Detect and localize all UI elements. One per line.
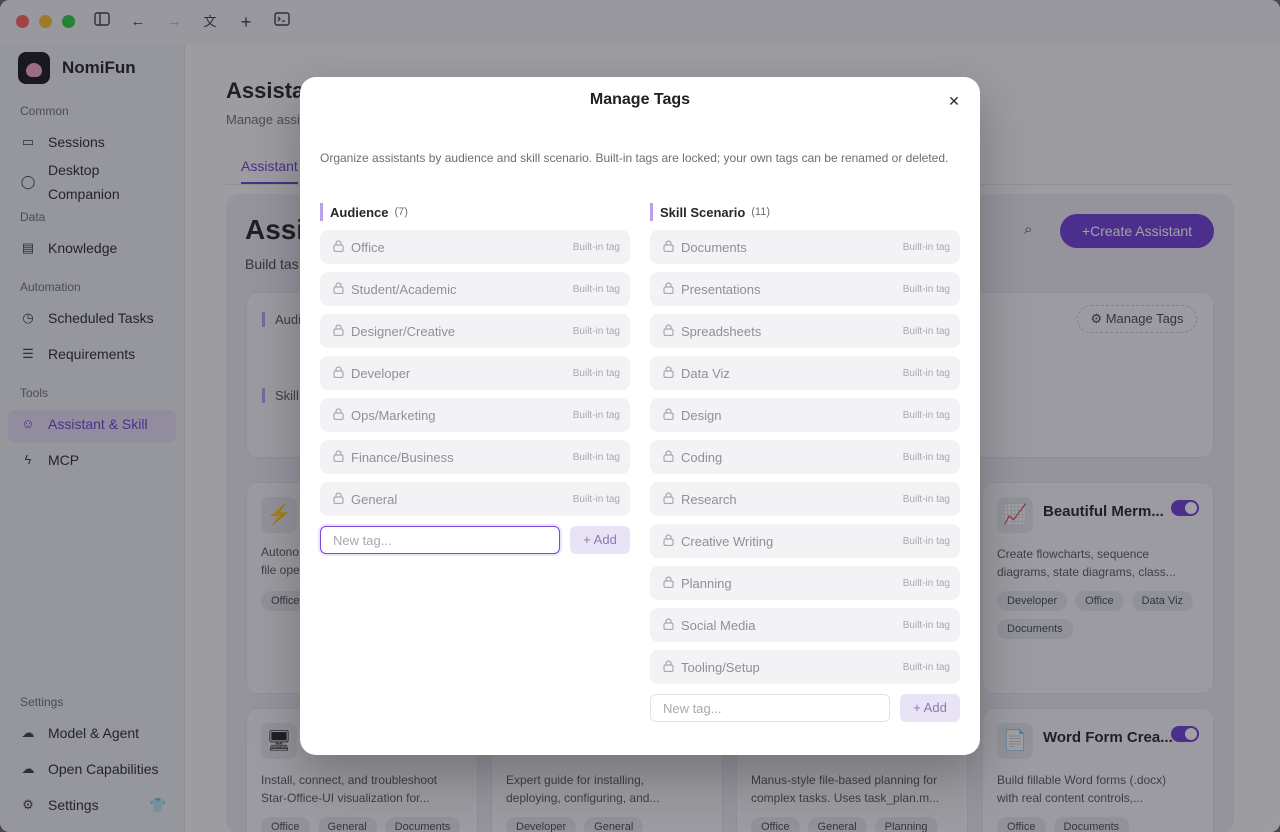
tag-name: General [351, 491, 398, 507]
tag-row: Developer Built-in tag [320, 356, 630, 390]
lock-icon [661, 659, 675, 675]
tag-row: Finance/Business Built-in tag [320, 440, 630, 474]
builtin-label: Built-in tag [902, 619, 950, 631]
tag-name: Tooling/Setup [681, 659, 760, 675]
tag-row: Tooling/Setup Built-in tag [650, 650, 960, 684]
builtin-label: Built-in tag [902, 577, 950, 589]
builtin-label: Built-in tag [902, 409, 950, 421]
tag-row: Spreadsheets Built-in tag [650, 314, 960, 348]
tag-row: Coding Built-in tag [650, 440, 960, 474]
skill-column: Skill Scenario (11) Documents Built-in ta… [650, 203, 960, 722]
skill-add-button[interactable]: + Add [900, 694, 960, 722]
skill-header: Skill Scenario (11) [650, 203, 960, 221]
lock-icon [661, 491, 675, 507]
builtin-label: Built-in tag [572, 451, 620, 463]
audience-new-tag-input[interactable] [320, 526, 560, 554]
lock-icon [331, 281, 345, 297]
tag-row: Presentations Built-in tag [650, 272, 960, 306]
builtin-label: Built-in tag [902, 241, 950, 253]
builtin-label: Built-in tag [902, 493, 950, 505]
manage-tags-dialog: Manage Tags ✕ Organize assistants by aud… [300, 77, 980, 755]
tag-row: Data Viz Built-in tag [650, 356, 960, 390]
tag-name: Ops/Marketing [351, 407, 436, 423]
builtin-label: Built-in tag [572, 283, 620, 295]
tag-row: Creative Writing Built-in tag [650, 524, 960, 558]
lock-icon [661, 281, 675, 297]
lock-icon [331, 365, 345, 381]
builtin-label: Built-in tag [902, 661, 950, 673]
tag-name: Office [351, 239, 385, 255]
tag-name: Planning [681, 575, 732, 591]
audience-header: Audience (7) [320, 203, 630, 221]
tag-name: Social Media [681, 617, 756, 633]
skill-tag-list: Documents Built-in tag Presentations Built-… [650, 230, 960, 684]
skill-add-row: + Add [650, 694, 960, 722]
audience-tag-list: Office Built-in tag Student/Academic Built-… [320, 230, 630, 516]
lock-icon [331, 449, 345, 465]
lock-icon [331, 239, 345, 255]
tag-row: Office Built-in tag [320, 230, 630, 264]
tag-row: Documents Built-in tag [650, 230, 960, 264]
tag-name: Student/Academic [351, 281, 457, 297]
builtin-label: Built-in tag [572, 409, 620, 421]
builtin-label: Built-in tag [902, 535, 950, 547]
lock-icon [331, 407, 345, 423]
builtin-label: Built-in tag [572, 241, 620, 253]
tag-row: Planning Built-in tag [650, 566, 960, 600]
audience-add-row: + Add [320, 526, 630, 554]
lock-icon [661, 407, 675, 423]
tag-name: Spreadsheets [681, 323, 762, 339]
lock-icon [661, 617, 675, 633]
close-icon[interactable]: ✕ [944, 91, 964, 111]
audience-column: Audience (7) Office Built-in tag Student/A… [320, 203, 630, 554]
tag-row: Designer/Creative Built-in tag [320, 314, 630, 348]
tag-name: Data Viz [681, 365, 730, 381]
lock-icon [661, 239, 675, 255]
tag-name: Creative Writing [681, 533, 774, 549]
tag-name: Design [681, 407, 722, 423]
tag-name: Designer/Creative [351, 323, 456, 339]
tag-name: Developer [351, 365, 411, 381]
dialog-description: Organize assistants by audience and skil… [320, 151, 949, 165]
tag-name: Coding [681, 449, 723, 465]
audience-add-button[interactable]: + Add [570, 526, 630, 554]
skill-new-tag-input[interactable] [650, 694, 890, 722]
tag-row: Research Built-in tag [650, 482, 960, 516]
builtin-label: Built-in tag [572, 367, 620, 379]
tag-row: Ops/Marketing Built-in tag [320, 398, 630, 432]
tag-name: Research [681, 491, 737, 507]
lock-icon [331, 323, 345, 339]
builtin-label: Built-in tag [902, 325, 950, 337]
lock-icon [661, 533, 675, 549]
tag-row: Student/Academic Built-in tag [320, 272, 630, 306]
tag-name: Documents [681, 239, 747, 255]
builtin-label: Built-in tag [902, 283, 950, 295]
app-window: ← → 文 + NomiFun Common ▭ Sessions ◯ Desk… [0, 0, 1280, 832]
tag-name: Presentations [681, 281, 761, 297]
builtin-label: Built-in tag [902, 451, 950, 463]
tag-row: Social Media Built-in tag [650, 608, 960, 642]
builtin-label: Built-in tag [902, 367, 950, 379]
audience-count: (7) [394, 206, 408, 218]
dialog-title: Manage Tags [589, 91, 691, 108]
skill-count: (11) [751, 206, 771, 218]
lock-icon [661, 365, 675, 381]
lock-icon [331, 491, 345, 507]
tag-row: Design Built-in tag [650, 398, 960, 432]
builtin-label: Built-in tag [572, 325, 620, 337]
lock-icon [661, 575, 675, 591]
lock-icon [661, 323, 675, 339]
tag-name: Finance/Business [351, 449, 454, 465]
builtin-label: Built-in tag [572, 493, 620, 505]
lock-icon [661, 449, 675, 465]
tag-row: General Built-in tag [320, 482, 630, 516]
